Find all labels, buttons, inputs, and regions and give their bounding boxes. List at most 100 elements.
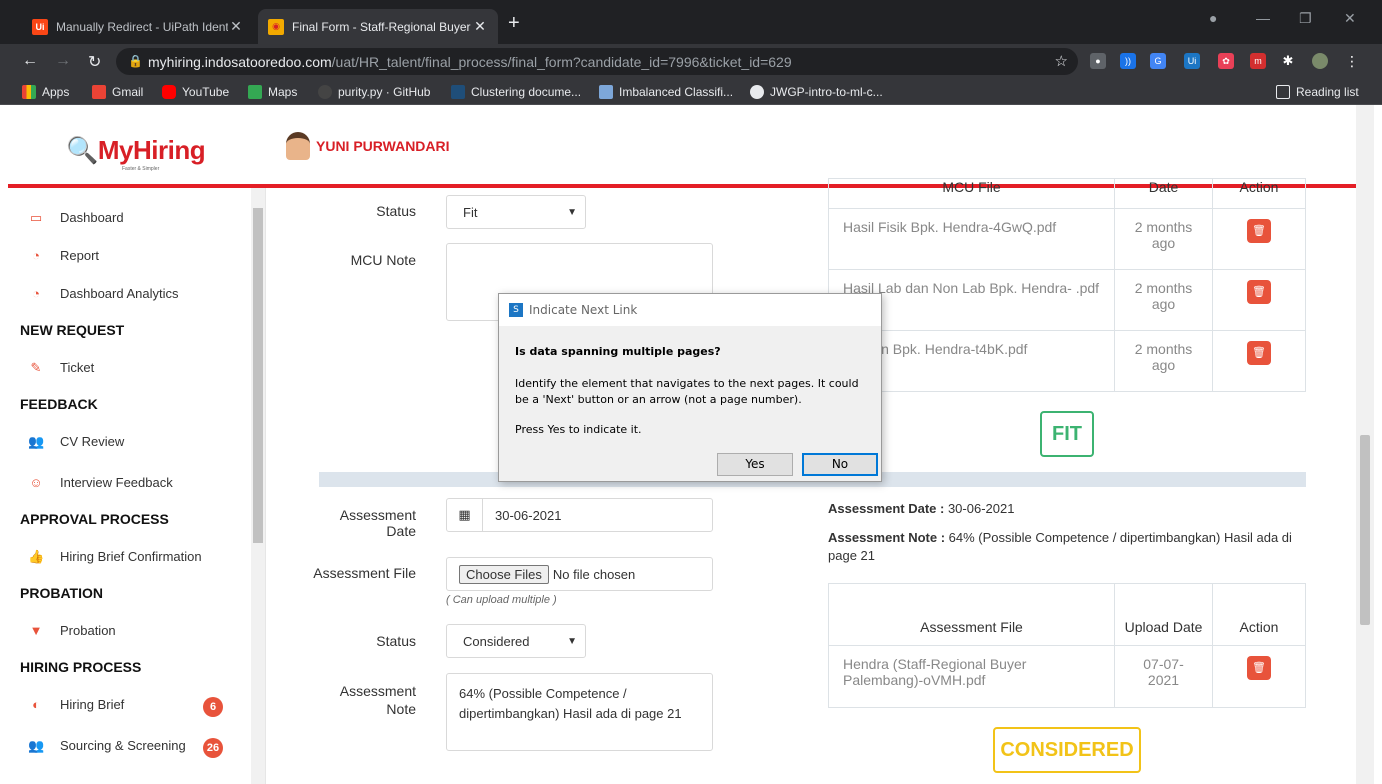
dialog-instructions: Identify the element that navigates to t… [515,377,859,406]
select-value: Considered [463,633,530,649]
calendar-icon: ▦ [447,499,483,531]
no-button[interactable]: No [802,453,878,476]
user-profile[interactable]: YUNI PURWANDARI [286,132,450,160]
upload-date: 2 months ago [1114,330,1213,392]
reading-list[interactable]: Reading list [1276,85,1359,99]
ticket-icon: ✎ [30,359,42,375]
file-name[interactable]: Hendra (Staff-Regional Buyer Palembang)-… [828,645,1115,708]
tab-title: Manually Redirect - UiPath Identi [56,19,228,34]
gauge-icon: ◔ [32,285,40,301]
bookmark-jwgp[interactable]: JWGP-intro-to-ml-c... [750,85,883,99]
sidebar-scrollbar[interactable] [251,188,265,784]
bookmark-clustering[interactable]: Clustering docume... [451,85,581,99]
trash-icon[interactable]: 🗑 [1247,219,1271,243]
page-scrollbar[interactable] [1356,105,1374,784]
search-person-icon: 🔍 [66,135,98,165]
count-badge: 26 [203,738,223,758]
sidebar-item-hiring-brief-confirmation[interactable]: 👍 Hiring Brief Confirmation [28,549,202,564]
trash-icon[interactable]: 🗑 [1247,656,1271,680]
uipath-extension-icon[interactable]: Ui [1184,53,1200,69]
profile-icon[interactable]: ● [1209,10,1217,26]
maximize-icon[interactable]: ❐ [1299,10,1312,27]
bookmark-apps[interactable]: Apps [22,85,69,99]
sidebar-item-label: Interview Feedback [60,475,173,490]
sidebar-item-dashboard-analytics[interactable]: ◔ Dashboard Analytics [28,285,179,301]
tds-icon [451,85,465,99]
yes-button[interactable]: Yes [717,453,793,476]
sidebar-item-label: Dashboard Analytics [60,286,179,301]
extension-icon[interactable]: m [1250,53,1266,69]
bookmark-maps[interactable]: Maps [248,85,297,99]
page-scroll-thumb[interactable] [1360,435,1370,625]
tab-final-form[interactable]: ◉ Final Form - Staff-Regional Buyer ✕ [258,9,498,44]
assessment-note-textarea[interactable]: 64% (Possible Competence / dipertimbangk… [446,673,713,751]
sidebar-item-cv-review[interactable]: 👥 CV Review [28,434,124,449]
sidebar-item-label: CV Review [60,434,125,449]
chevron-down-icon: ▼ [567,206,577,218]
bookmark-gmail[interactable]: Gmail [92,85,143,99]
sidebar-item-report[interactable]: ◔ Report [28,248,99,263]
close-tab-icon[interactable]: ✕ [472,18,488,35]
sidebar-scroll-thumb[interactable] [253,208,263,543]
menu-icon[interactable]: ⋮ [1344,53,1360,69]
trash-icon[interactable]: 🗑 [1247,341,1271,365]
count-badge: 6 [203,697,223,717]
sidebar-item-sourcing-screening[interactable]: 👥 Sourcing & Screening [28,738,186,753]
bookmark-github[interactable]: purity.py · GitHub [318,85,430,99]
upload-hint: ( Can upload multiple ) [446,594,557,606]
uipath-studio-icon: S [509,303,523,317]
logo-tagline: Faster & Simpler [122,166,160,172]
address-bar[interactable]: 🔒 myhiring.indosatooredoo.com/uat/HR_tal… [116,48,1078,75]
section-new-request: NEW REQUEST [20,322,125,338]
reload-icon[interactable]: ↻ [88,52,101,72]
bookmark-youtube[interactable]: YouTube [162,85,229,99]
assessment-file-input[interactable]: Choose Files No file chosen [446,557,713,591]
mcu-status-select[interactable]: Fit ▼ [446,195,586,229]
dialog-title: Indicate Next Link [529,303,638,317]
extension-icon[interactable]: ✿ [1218,53,1234,69]
tab-uipath[interactable]: Ui Manually Redirect - UiPath Identi ✕ [22,9,254,44]
forward-icon[interactable]: → [55,52,71,70]
sidebar: ▭ Dashboard ◔ Report ◔ Dashboard Analytics … [8,188,266,784]
close-window-icon[interactable]: ✕ [1344,10,1356,27]
sidebar-item-ticket[interactable]: ✎ Ticket [28,359,95,375]
myhiring-logo[interactable]: 🔍MyHiring Faster & Simpler [66,135,206,172]
action-cell: 🗑 [1212,645,1306,708]
assessment-file-label: Assessment File [313,565,416,581]
upload-date: 07-07-2021 [1114,645,1213,708]
minimize-icon[interactable]: — [1256,10,1270,26]
table-row: Hasil Lab dan Non Lab Bpk. Hendra- .pdf … [828,269,1306,331]
section-hiring-process: HIRING PROCESS [20,659,142,675]
uipath-favicon-icon: Ui [32,18,48,35]
puzzle-icon[interactable]: ✱ [1280,53,1296,69]
assessment-status-select[interactable]: Considered ▼ [446,624,586,658]
extension-icon[interactable]: ● [1090,53,1106,69]
info-value: 30-06-2021 [947,501,1015,516]
table-row: mpulan Bpk. Hendra-t4bK.pdf 2 months ago… [828,330,1306,392]
status-stamp-fit: FIT [1040,411,1094,457]
translate-icon[interactable]: G [1150,53,1166,69]
dialog-question: Is data spanning multiple pages? [515,345,721,358]
sidebar-item-label: Dashboard [60,210,124,225]
textarea-value: 64% (Possible Competence / dipertimbangk… [459,686,682,721]
reading-list-icon [1276,85,1290,99]
assessment-date-input[interactable]: ▦ 30-06-2021 [446,498,713,532]
avatar[interactable] [1312,53,1328,69]
choose-files-button[interactable]: Choose Files [459,564,549,584]
sidebar-item-dashboard[interactable]: ▭ Dashboard [28,210,124,225]
bookmark-imbalanced[interactable]: Imbalanced Classifi... [599,85,733,99]
extension-icon[interactable]: )) [1120,53,1136,69]
sidebar-item-hiring-brief[interactable]: ◐ Hiring Brief [28,697,124,712]
bookmark-star-icon[interactable]: ☆ [1055,52,1068,70]
bookmark-label: Maps [268,85,298,99]
trash-icon[interactable]: 🗑 [1247,280,1271,304]
back-icon[interactable]: ← [22,52,38,70]
new-tab-icon[interactable]: + [508,12,520,35]
sidebar-item-probation[interactable]: ▼ Probation [28,623,116,638]
date-value: 30-06-2021 [495,507,562,523]
action-cell: 🗑 [1212,208,1306,270]
file-name[interactable]: Hasil Fisik Bpk. Hendra-4GwQ.pdf [828,208,1115,270]
sidebar-item-interview-feedback[interactable]: ☺ Interview Feedback [28,475,173,490]
maps-icon [248,85,262,99]
close-tab-icon[interactable]: ✕ [228,18,244,35]
